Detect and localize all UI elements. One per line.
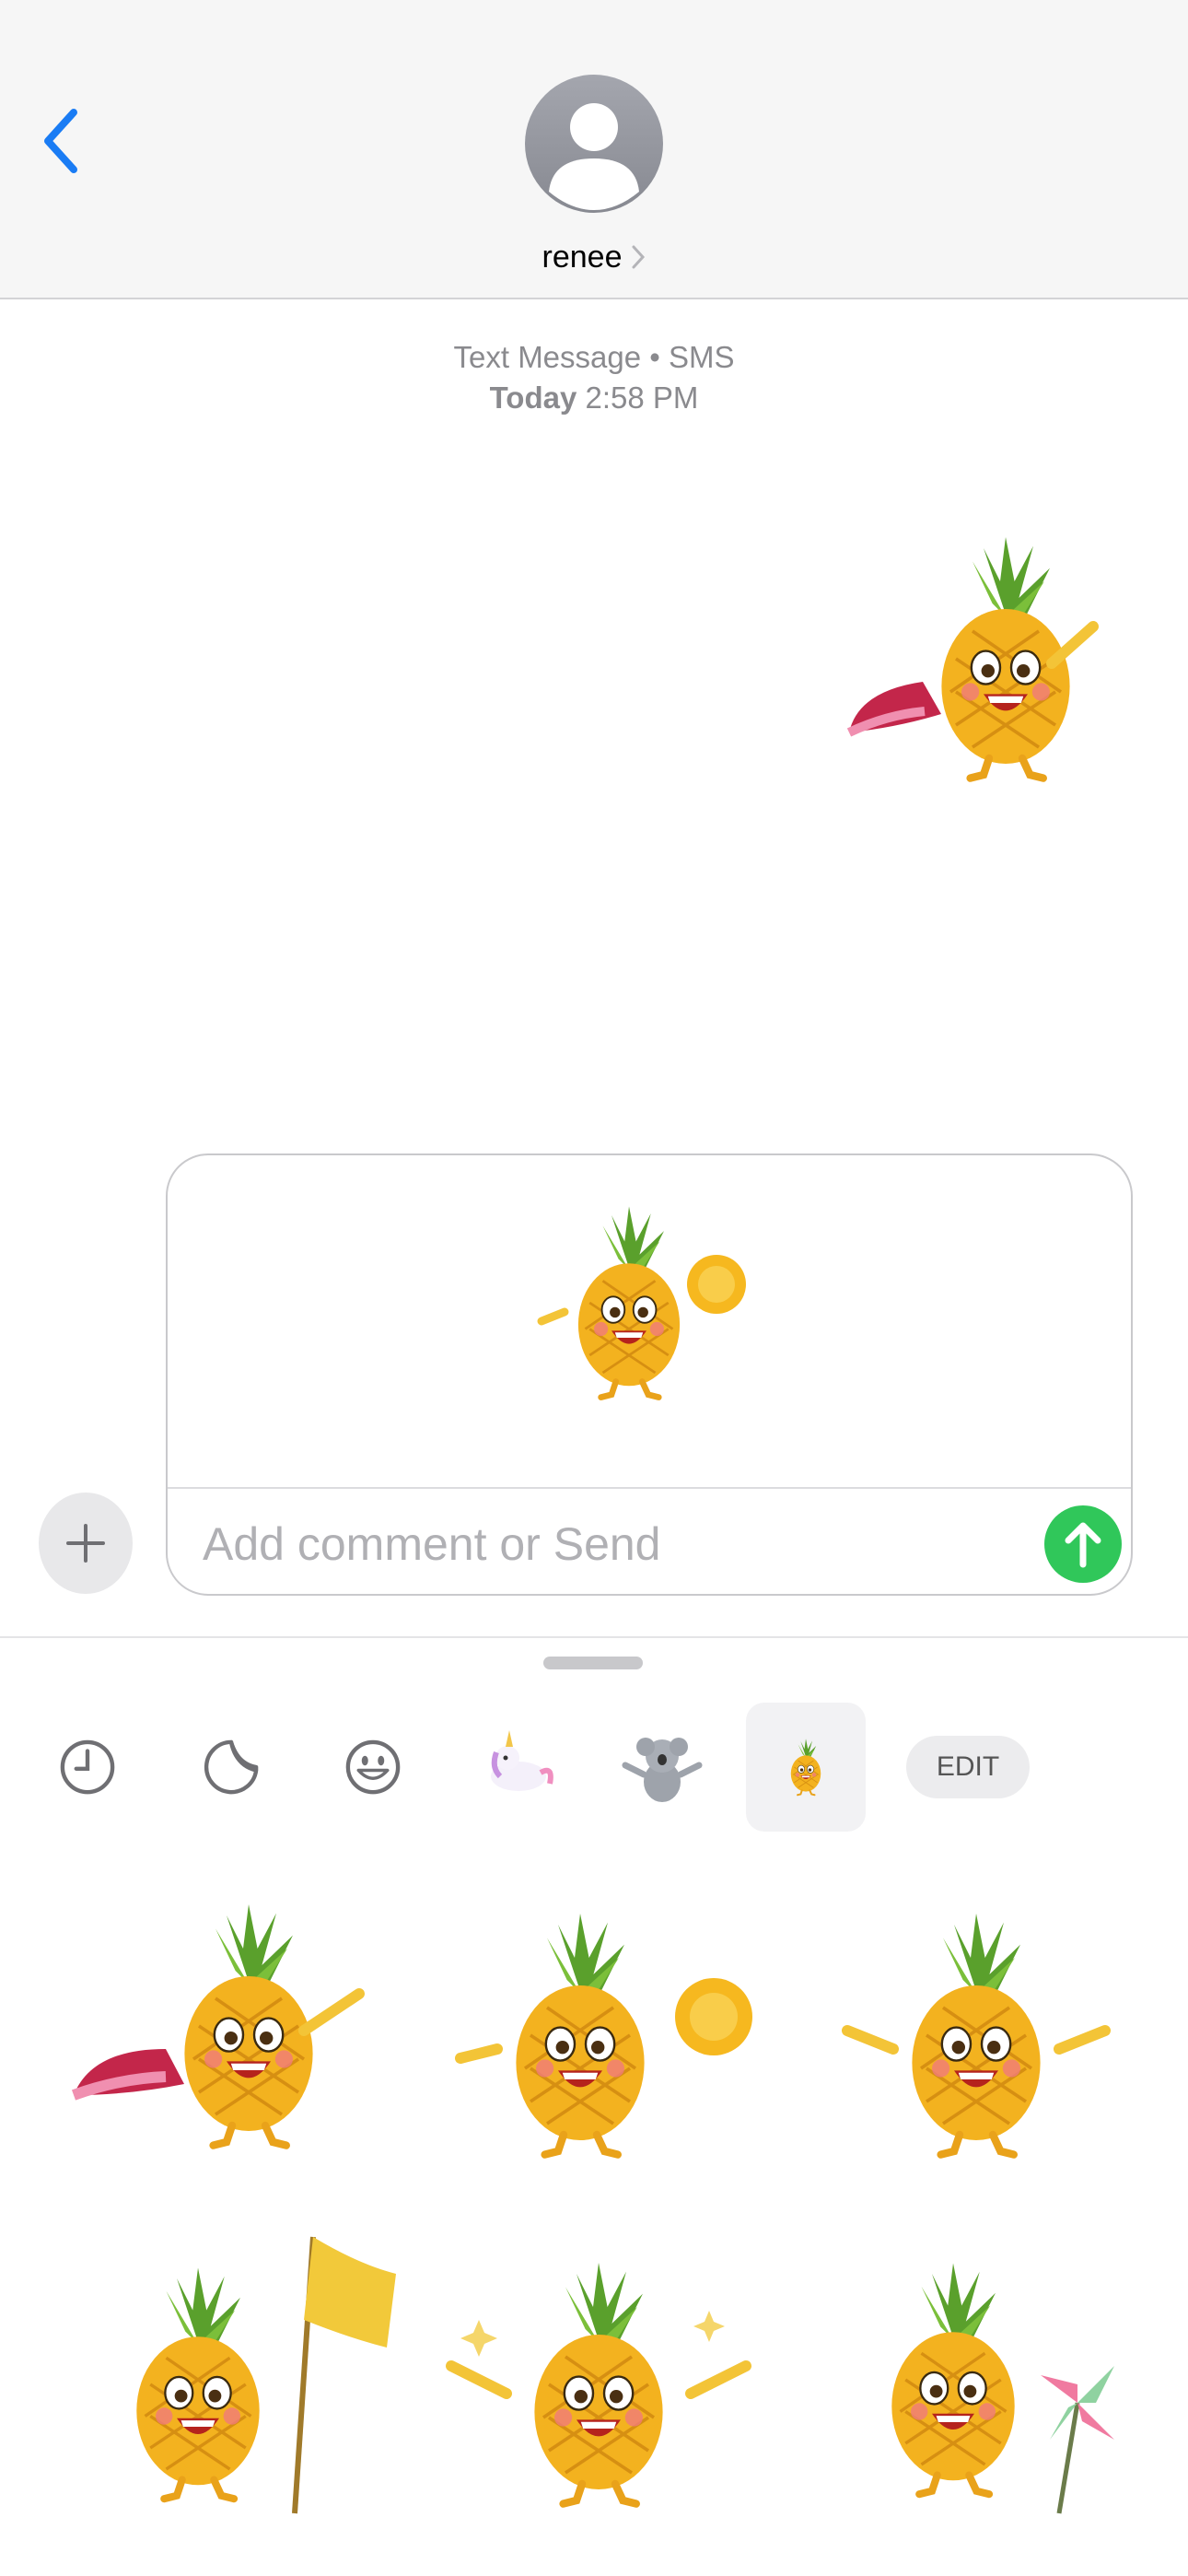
back-button[interactable]: [33, 100, 88, 182]
sticker-cell[interactable]: [64, 2209, 396, 2550]
send-button[interactable]: [1044, 1505, 1122, 1583]
pineapple-flag-sticker: [64, 2236, 396, 2514]
sticker-cell[interactable]: [64, 1865, 396, 2206]
pineapple-superhero-sticker: [846, 507, 1099, 825]
pineapple-cheerleader-sticker: [537, 1183, 746, 1423]
person-silhouette-icon: [525, 75, 663, 213]
sticker-cell[interactable]: [810, 1865, 1142, 2206]
message-input[interactable]: [203, 1498, 995, 1590]
pineapple-pinwheel-sticker: [810, 2209, 1114, 2514]
sent-sticker-message[interactable]: [840, 507, 1135, 825]
tab-pineapple-pack[interactable]: [746, 1703, 866, 1832]
chevron-right-icon: [632, 245, 646, 269]
koala-sticker-icon: [622, 1738, 703, 1802]
drawer-grabber[interactable]: [543, 1657, 643, 1669]
pineapple-sparkle-sticker: [446, 2209, 751, 2550]
tab-koala-pack[interactable]: [602, 1703, 722, 1832]
pineapple-superhero-sticker: [71, 1865, 365, 2206]
contact-name: renee: [542, 239, 623, 275]
sticker-drawer: EDIT: [0, 1636, 1188, 2576]
sticker-cell[interactable]: [433, 1865, 764, 2206]
compose-divider: [168, 1487, 1131, 1489]
chevron-left-icon: [44, 109, 77, 173]
clock-icon: [60, 1739, 115, 1795]
pineapple-happy-sticker: [842, 1865, 1111, 2206]
conversation-header: renee: [0, 0, 1188, 299]
tab-emoji[interactable]: [313, 1703, 433, 1832]
service-label: Text Message • SMS: [453, 340, 735, 374]
tab-unicorn-pack[interactable]: [459, 1703, 578, 1832]
tab-recent[interactable]: [28, 1703, 147, 1832]
contact-name-row[interactable]: renee: [0, 234, 1188, 280]
conversation-timestamp: Text Message • SMS Today 2:58 PM: [0, 337, 1188, 418]
arrow-up-icon: [1065, 1522, 1101, 1568]
avatar[interactable]: [525, 70, 663, 217]
pineapple-sticker-icon: [789, 1737, 822, 1797]
plus-icon: [66, 1524, 105, 1563]
pineapple-cheerleader-sticker: [455, 1865, 752, 2206]
messages-screen: renee Text Message • SMS Today 2:58 PM A…: [0, 0, 1188, 2576]
attached-sticker-preview[interactable]: [523, 1183, 753, 1423]
edit-button[interactable]: EDIT: [906, 1736, 1030, 1798]
compose-box: [166, 1153, 1133, 1596]
add-attachment-button[interactable]: [39, 1493, 133, 1594]
tab-stickers[interactable]: [171, 1703, 291, 1832]
unicorn-sticker-icon: [491, 1730, 553, 1791]
smiley-icon: [345, 1739, 401, 1795]
date-time: 2:58 PM: [585, 381, 699, 415]
date-day: Today: [489, 381, 577, 415]
sticker-cell[interactable]: [810, 2209, 1142, 2550]
sticker-peel-icon: [204, 1739, 259, 1795]
sticker-cell[interactable]: [433, 2209, 764, 2550]
